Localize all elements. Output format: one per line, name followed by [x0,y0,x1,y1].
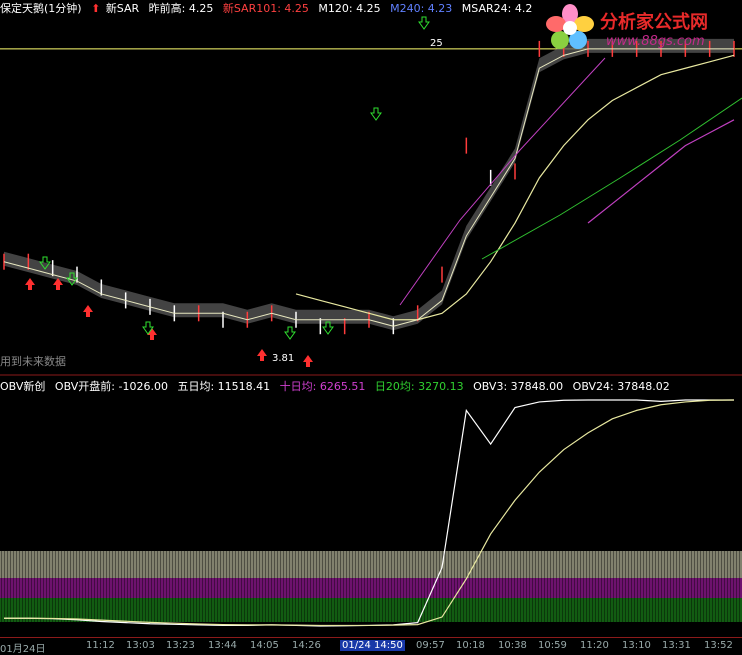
time-tick: 01/24 14:50 [340,640,405,651]
flower-logo-icon [546,4,594,49]
time-tick: 10:38 [498,640,527,651]
msar-line [3,48,734,327]
sell-arrow-icon [322,321,334,335]
m240-label: M240: 4.23 [390,2,453,15]
price-band [4,38,734,331]
time-tick: 13:23 [166,640,195,651]
high-price-label: 25 [430,38,443,49]
msar-label: MSAR24: 4.2 [461,2,533,15]
obv-twenty-day: 日20均: 3270.13 [374,380,464,393]
obv-panel-header: OBV新创 OBV开盘前: -1026.00 五日均: 11518.41 十日均… [0,378,676,393]
logo-text: 分析家公式网 [600,12,708,33]
time-tick: 13:10 [622,640,651,651]
time-tick: 10:18 [456,640,485,651]
buy-arrow-icon [257,349,267,361]
m120-label: M120: 4.25 [318,2,381,15]
sell-arrow-icon [418,16,430,30]
sell-arrow-icon [370,107,382,121]
buy-arrow-icon [25,278,35,290]
time-tick: 13:03 [126,640,155,651]
low-price-label: 3.81 [272,353,294,364]
time-tick: 11:20 [580,640,609,651]
sar-arrow-icon: ⬆ [91,2,101,15]
buy-arrow-icon [303,355,313,367]
obv-pre-open: OBV开盘前: -1026.00 [54,380,168,393]
sar-label: 新SAR [105,2,140,15]
buy-arrow-icon [83,305,93,317]
m120-line [295,54,735,321]
future-data-note: 用到未来数据 [0,355,66,368]
time-tick: 14:26 [292,640,321,651]
price-panel-header: 保定天鹅(1分钟) ⬆ 新SAR 昨前高: 4.25 新SAR101: 4.25… [0,0,538,15]
obv-ten-day: 十日均: 6265.51 [279,380,366,393]
obv3-value: OBV3: 37848.00 [473,380,564,393]
time-tick: 11:12 [86,640,115,651]
obv-name[interactable]: OBV新创 [0,380,45,393]
time-tick: 01月24日 [0,644,46,655]
stock-title[interactable]: 保定天鹅(1分钟) [0,2,82,15]
prev-high-label: 昨前高: 4.25 [148,2,214,15]
obv-five-day: 五日均: 11518.41 [177,380,271,393]
time-tick: 10:59 [538,640,567,651]
time-tick: 13:31 [662,640,691,651]
newsar-label: 新SAR101: 4.25 [222,2,309,15]
sell-arrow-icon [284,326,296,340]
time-axis: 01月24日 11:12 13:03 13:23 13:44 14:05 14:26 01/2… [0,637,742,655]
time-tick: 14:05 [250,640,279,651]
chart-svg: 3.81 25 [0,16,742,627]
time-tick: 09:57 [416,640,445,651]
time-tick: 13:52 [704,640,733,651]
ma-green-line [481,97,742,260]
time-tick: 13:44 [208,640,237,651]
logo-url: www.88gs.com [606,34,705,49]
m240-line [587,119,735,224]
obv24-value: OBV24: 37848.02 [572,380,670,393]
chart-stage: 3.81 25 [0,0,742,652]
